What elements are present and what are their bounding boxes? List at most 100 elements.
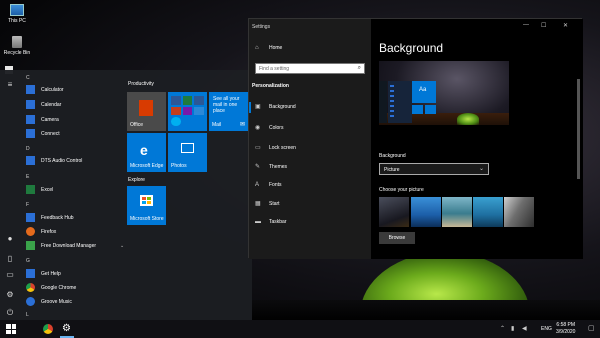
tile-label: Office: [130, 122, 143, 128]
nav-taskbar[interactable]: ▬ Taskbar: [255, 219, 287, 225]
app-excel[interactable]: Excel: [26, 184, 53, 195]
app-calendar[interactable]: Calendar: [26, 99, 61, 110]
calendar-icon: [26, 100, 35, 109]
settings-gear-icon[interactable]: ⚙: [5, 290, 15, 300]
close-button[interactable]: ✕: [563, 22, 568, 29]
app-label: Get Help: [41, 270, 61, 277]
tile-mail[interactable]: See all your mail in one place Mail ✉: [209, 92, 248, 131]
preview-taskbar: [379, 125, 509, 133]
home-icon: ⌂: [255, 45, 259, 51]
photos-icon: [181, 143, 194, 153]
maximize-button[interactable]: ☐: [541, 22, 546, 29]
tile-label: Mail: [212, 122, 222, 128]
hamburger-icon[interactable]: ≡: [5, 80, 15, 90]
group-explore: Explore: [128, 177, 145, 183]
app-list-letter-c[interactable]: C: [26, 75, 30, 81]
nav-label: Taskbar: [269, 219, 287, 225]
clock[interactable]: 6:58 PM 3/9/2020: [556, 322, 575, 336]
app-dts-audio-control[interactable]: DTS Audio Control: [26, 155, 82, 166]
user-avatar-icon[interactable]: ●: [5, 234, 15, 244]
app-google-chrome[interactable]: Google Chrome: [26, 282, 76, 293]
nav-label: Start: [269, 200, 280, 207]
office-icon: [139, 100, 153, 116]
section-title: Personalization: [252, 83, 289, 89]
app-camera[interactable]: Camera: [26, 114, 59, 125]
tile-office-apps[interactable]: [168, 92, 207, 131]
picture-thumbnail-4[interactable]: [473, 197, 503, 227]
tile-photos[interactable]: Photos: [168, 133, 207, 172]
tile-office[interactable]: Office: [127, 92, 166, 131]
power-icon[interactable]: ⏻: [5, 308, 15, 318]
nav-label: Lock screen: [269, 144, 296, 151]
settings-taskbar-icon[interactable]: ⚙: [62, 322, 71, 336]
dts-audio-icon: [26, 156, 35, 165]
excel-icon: [26, 185, 35, 194]
app-calculator[interactable]: Calculator: [26, 84, 64, 95]
app-list-letter-d[interactable]: D: [26, 146, 30, 152]
app-list-letter-f[interactable]: F: [26, 202, 29, 208]
mail-tile-text: See all your mail in one place: [213, 96, 240, 114]
preview-tent: [457, 113, 479, 125]
clock-time: 6:58 PM: [556, 322, 576, 328]
font-icon: A: [255, 182, 260, 188]
volume-icon[interactable]: ◀: [522, 325, 527, 332]
app-label: Connect: [41, 130, 60, 137]
nav-background[interactable]: ▣ Background: [255, 103, 296, 111]
get-help-icon: [26, 269, 35, 278]
chrome-taskbar-icon[interactable]: [43, 324, 53, 334]
background-preview: Aa: [379, 61, 509, 133]
language-indicator[interactable]: ENG: [541, 326, 552, 332]
browse-button[interactable]: Browse: [379, 232, 415, 244]
taskbar: ⚙ ⌃ ▮ ◀ ENG 6:58 PM 3/9/2020 ▢: [0, 320, 600, 338]
store-bag-icon: [140, 195, 153, 206]
nav-label: Colors: [269, 124, 284, 131]
tray-chevron-icon[interactable]: ⌃: [500, 325, 505, 332]
tile-label: Photos: [171, 163, 187, 169]
app-firefox[interactable]: Firefox: [26, 226, 56, 237]
windows-start-icon[interactable]: [6, 324, 16, 334]
mail-icon: ✉: [239, 122, 245, 128]
nav-start[interactable]: ▦ Start: [255, 200, 280, 208]
picture-thumbnail-2[interactable]: [411, 197, 441, 227]
app-list-letter-g[interactable]: G: [26, 258, 30, 264]
app-free-download-manager[interactable]: Free Download Manager ⌄: [26, 240, 124, 251]
feedback-hub-icon: [26, 213, 35, 222]
desktop-icon-this-pc[interactable]: This PC: [0, 4, 34, 24]
app-list-letter-e[interactable]: E: [26, 174, 29, 180]
nav-lock-screen[interactable]: ▭ Lock screen: [255, 144, 296, 152]
brush-icon: ✎: [255, 164, 261, 170]
pictures-icon[interactable]: ▭: [5, 270, 15, 280]
app-label: Feedback Hub: [41, 214, 74, 221]
picture-thumbnail-1[interactable]: [379, 197, 409, 227]
minimize-button[interactable]: —: [523, 22, 529, 28]
calculator-icon: [26, 85, 35, 94]
picture-thumbnail-3[interactable]: [442, 197, 472, 227]
tile-microsoft-store[interactable]: Microsoft Store: [127, 186, 166, 225]
search-icon[interactable]: ⌕: [358, 65, 361, 72]
tile-microsoft-edge[interactable]: e Microsoft Edge: [127, 133, 166, 172]
network-icon[interactable]: ▮: [511, 325, 514, 332]
documents-icon[interactable]: ▯: [5, 254, 15, 264]
desktop-icon-recycle-bin[interactable]: Recycle Bin: [0, 36, 34, 56]
nav-label: Background: [269, 103, 296, 110]
nav-themes[interactable]: ✎ Themes: [255, 163, 287, 171]
app-list-letter-l[interactable]: L: [26, 312, 29, 318]
search-input[interactable]: Find a setting ⌕: [255, 63, 365, 74]
scrollbar[interactable]: [577, 79, 580, 179]
notification-icon[interactable]: ▢: [588, 324, 595, 332]
app-feedback-hub[interactable]: Feedback Hub: [26, 212, 74, 223]
nav-home[interactable]: ⌂ Home: [255, 45, 282, 51]
background-label: Background: [379, 153, 406, 159]
nav-colors[interactable]: ◉ Colors: [255, 124, 284, 132]
picture-thumbnail-5[interactable]: [504, 197, 534, 227]
app-connect[interactable]: Connect: [26, 128, 60, 139]
settings-window: Settings ⌂ Home Find a setting ⌕ Persona…: [248, 18, 583, 259]
app-get-help[interactable]: Get Help: [26, 268, 61, 279]
nav-fonts[interactable]: A Fonts: [255, 182, 282, 188]
app-groove-music[interactable]: Groove Music: [26, 296, 72, 307]
chevron-down-icon[interactable]: ⌄: [120, 243, 124, 249]
background-dropdown[interactable]: Picture ⌄: [379, 163, 489, 175]
settings-nav-pane: Settings ⌂ Home Find a setting ⌕ Persona…: [249, 19, 371, 259]
app-label: Groove Music: [41, 298, 72, 305]
nav-label: Home: [269, 45, 283, 51]
